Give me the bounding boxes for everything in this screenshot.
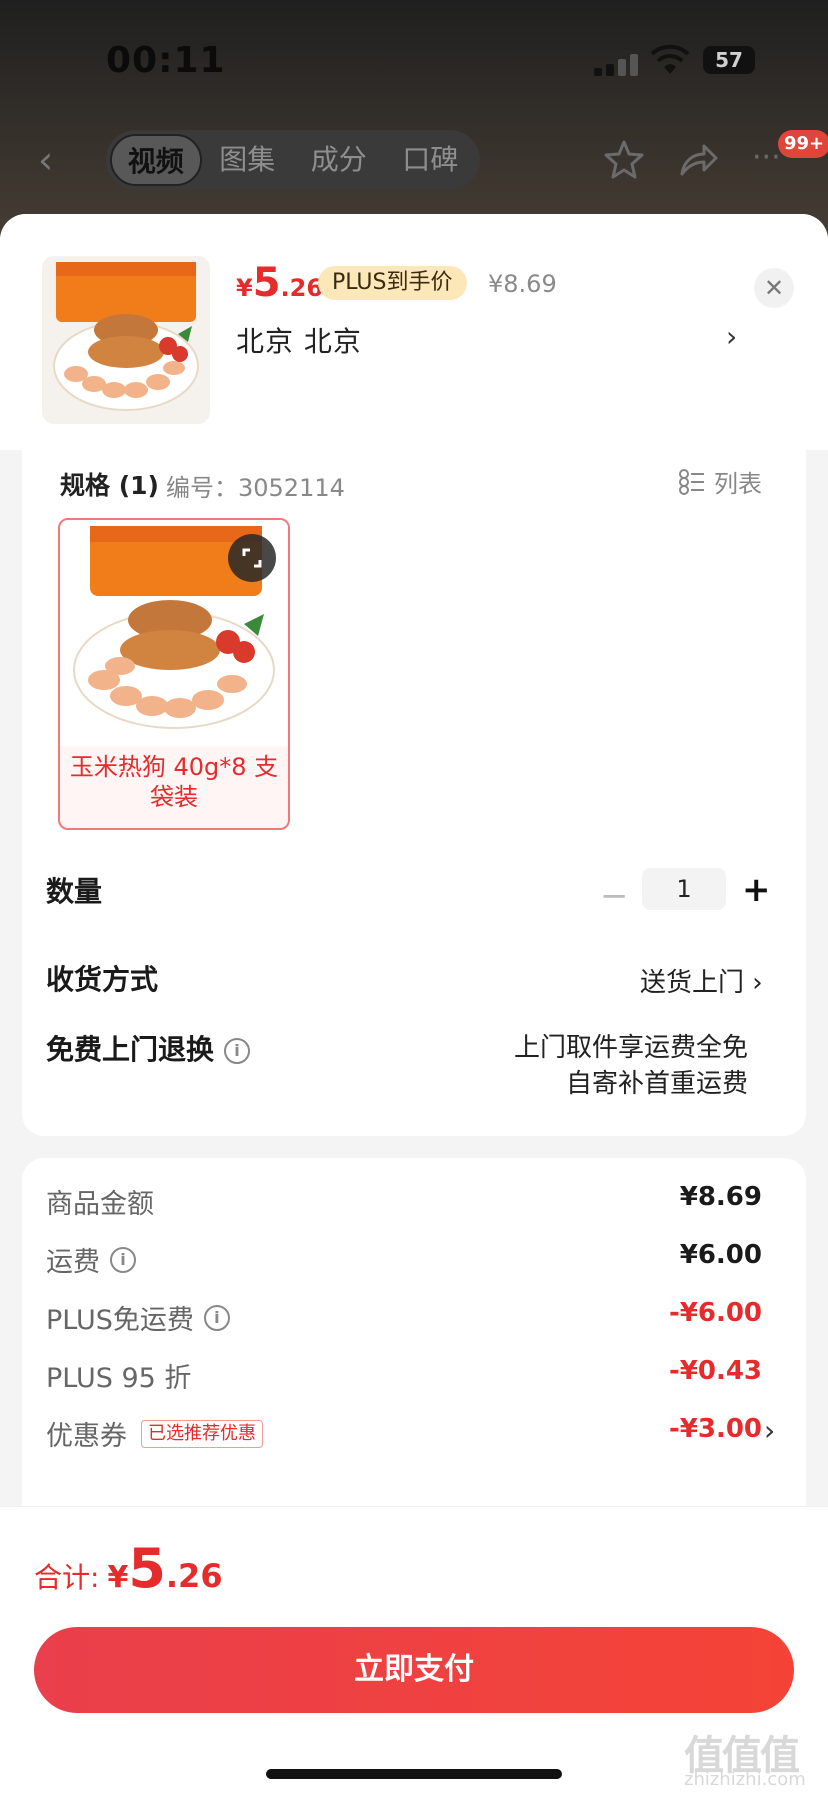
spec-title: 规格 (1)	[60, 471, 159, 500]
expand-icon[interactable]	[228, 534, 276, 582]
top-nav: ‹ 视频 图集 成分 口碑 ···	[0, 128, 828, 192]
share-icon[interactable]	[676, 138, 720, 182]
coupon-tag: 已选推荐优惠	[141, 1419, 263, 1448]
tab-gallery[interactable]: 图集	[202, 134, 294, 186]
chevron-right-icon[interactable]: ›	[726, 320, 737, 353]
fee-row: PLUS 95 折 -¥0.43	[46, 1356, 762, 1396]
home-indicator	[266, 1769, 562, 1779]
delivery-method-label: 收货方式	[46, 963, 159, 996]
list-view-label: 列表	[714, 470, 762, 498]
sku-option-selected[interactable]: 玉米热狗 40g*8 支袋装	[58, 518, 290, 830]
fee-label: 运费 i	[46, 1240, 136, 1279]
info-icon[interactable]: i	[110, 1246, 136, 1273]
fee-value: ¥8.69	[679, 1182, 762, 1212]
tab-video[interactable]: 视频	[110, 134, 202, 186]
total-price: 合计: ¥5.26	[34, 1537, 223, 1600]
quantity-increase-button[interactable]: +	[742, 870, 771, 910]
message-badge: 99+	[778, 130, 828, 158]
return-line-1: 上门取件享运费全免	[513, 1033, 748, 1063]
pay-now-button[interactable]: 立即支付	[34, 1627, 794, 1713]
plus-price: ¥5.26	[236, 260, 324, 306]
quantity-label: 数量	[46, 875, 103, 908]
fee-label: 商品金额	[46, 1189, 154, 1220]
chevron-right-icon[interactable]: ›	[764, 1414, 775, 1447]
list-view-button[interactable]: 列表	[678, 464, 762, 499]
fee-value: ¥6.00	[679, 1240, 762, 1270]
plus-price-tag: PLUS到手价	[318, 266, 467, 300]
quantity-input[interactable]: 1	[642, 868, 726, 910]
tab-ingredients[interactable]: 成分	[293, 134, 385, 186]
fee-label: 优惠券 已选推荐优惠	[46, 1414, 263, 1453]
fee-label: PLUS 95 折	[46, 1363, 192, 1394]
coupon-row[interactable]: 优惠券 已选推荐优惠 -¥3.00	[46, 1414, 762, 1454]
delivery-method-value[interactable]: 送货上门 ›	[640, 962, 763, 999]
fee-row: 商品金额 ¥8.69	[46, 1182, 762, 1222]
original-price: ¥8.69	[488, 270, 557, 298]
fee-row: PLUS免运费 i -¥6.00	[46, 1298, 762, 1338]
free-return-details: 上门取件享运费全免 自寄补首重运费	[402, 1030, 748, 1102]
fee-value: -¥3.00	[668, 1414, 762, 1444]
info-icon[interactable]: i	[203, 1304, 230, 1331]
fee-value: -¥6.00	[668, 1298, 762, 1328]
product-thumbnail	[42, 256, 210, 424]
status-bar: 00:11 57	[0, 0, 828, 110]
delivery-address[interactable]: 北京 北京	[236, 320, 362, 360]
close-icon[interactable]: ✕	[754, 268, 794, 308]
return-line-2: 自寄补首重运费	[565, 1069, 748, 1099]
signal-icon	[594, 52, 640, 76]
star-icon[interactable]	[602, 138, 646, 182]
list-icon	[679, 468, 704, 495]
fee-label: PLUS免运费 i	[46, 1298, 230, 1337]
battery-icon: 57	[703, 46, 755, 74]
media-tab-bar: 视频 图集 成分 口碑	[106, 130, 480, 190]
free-return-label: 免费上门退换 i	[46, 1028, 251, 1068]
sku-label: 玉米热狗 40g*8 支袋装	[69, 753, 279, 811]
quantity-decrease-button[interactable]: −	[600, 876, 629, 916]
product-header: ¥5.26 PLUS到手价 ¥8.69 ✕ 北京 北京 ›	[0, 214, 828, 450]
checkout-footer: 合计: ¥5.26 立即支付 值值值 zhizhizhi.com	[0, 1506, 828, 1796]
info-icon[interactable]: i	[224, 1038, 251, 1064]
fee-row: 运费 i ¥6.00	[46, 1240, 762, 1280]
wifi-icon	[650, 44, 690, 74]
tab-reviews[interactable]: 口碑	[385, 134, 477, 186]
status-time: 00:11	[106, 40, 226, 81]
back-arrow-icon[interactable]: ‹	[38, 141, 68, 179]
fee-value: -¥0.43	[668, 1356, 762, 1386]
watermark-site: zhizhizhi.com	[684, 1769, 806, 1790]
spec-code: 编号：3052114	[166, 474, 345, 502]
spec-card: 规格 (1) 编号：3052114 列表 玉米热狗 40g*8 支袋装 数量 −…	[22, 450, 806, 1136]
chevron-right-icon: ›	[752, 968, 763, 998]
